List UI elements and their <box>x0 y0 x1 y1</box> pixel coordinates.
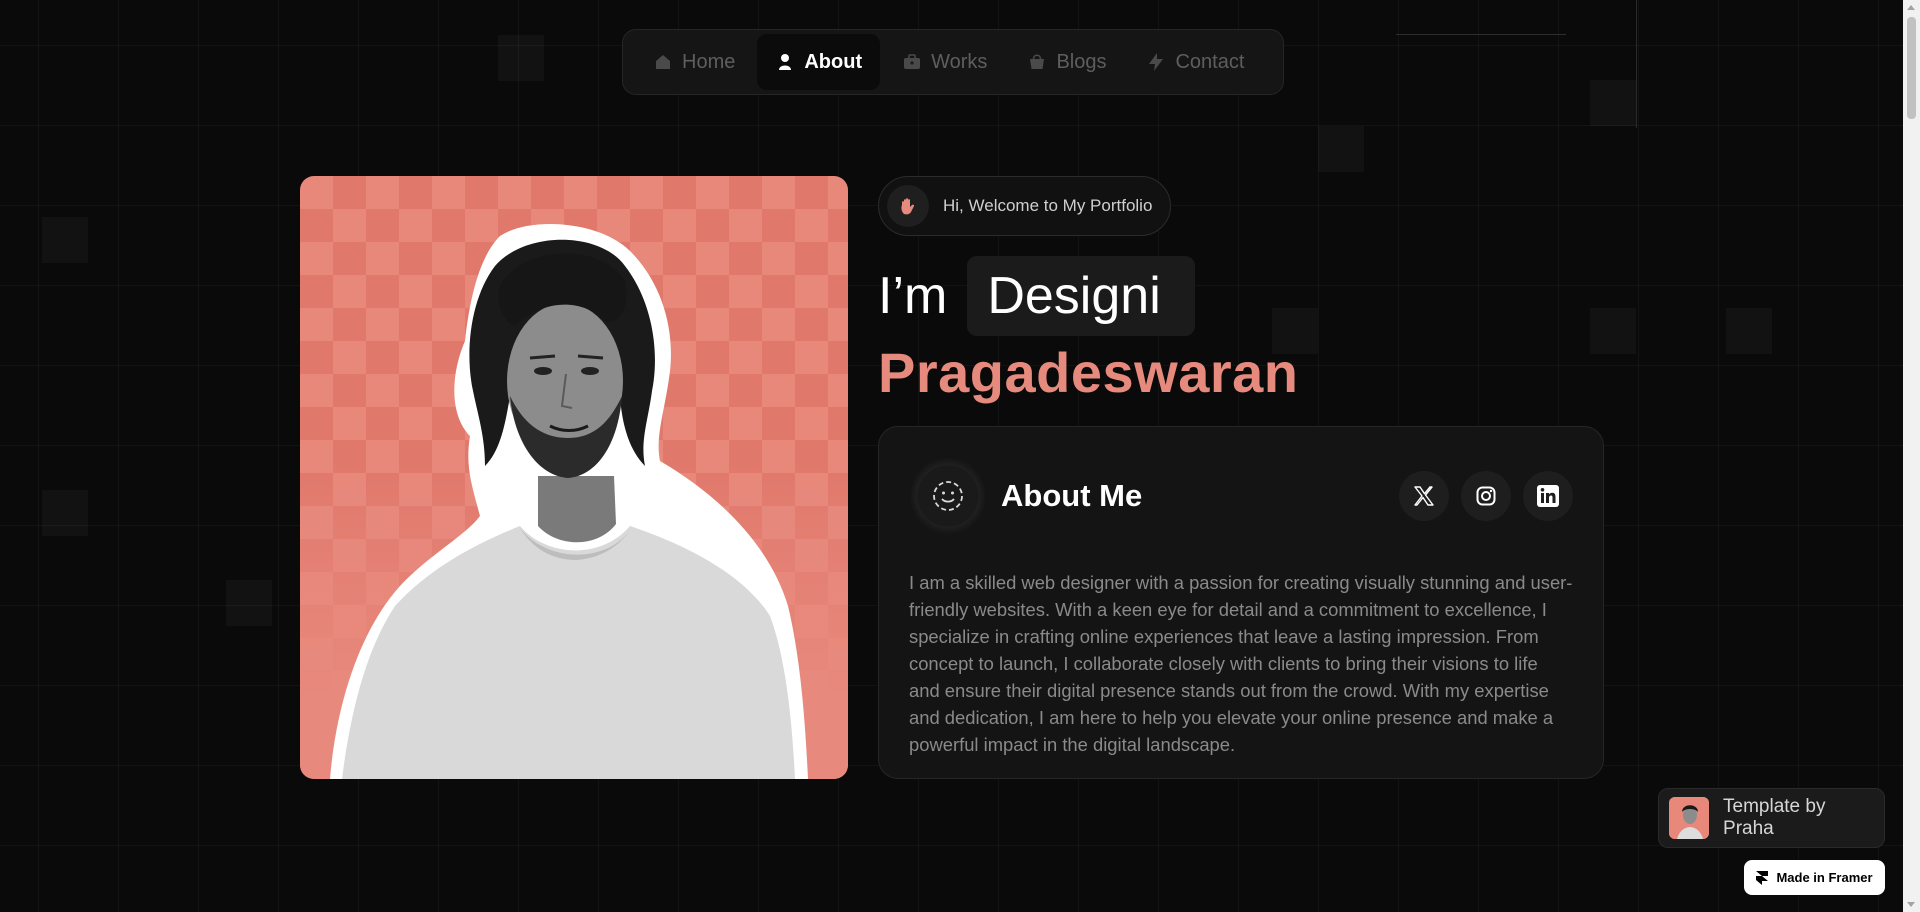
instagram-icon[interactable] <box>1461 471 1511 521</box>
grid-cell <box>226 580 272 626</box>
nav-label: Works <box>931 50 988 73</box>
template-by-badge[interactable]: Template by Praha <box>1658 788 1885 848</box>
nav-item-blogs[interactable]: Blogs <box>1009 34 1124 90</box>
grid-cell <box>1590 80 1636 126</box>
typed-role: Designi <box>967 256 1195 336</box>
about-header: About Me <box>909 457 1573 535</box>
owner-name: Pragadeswaran <box>878 341 1299 404</box>
bolt-icon <box>1146 52 1166 72</box>
about-body: I am a skilled web designer with a passi… <box>909 572 1573 755</box>
scroll-thumb[interactable] <box>1907 17 1916 119</box>
template-credit: Template by Praha <box>1723 796 1826 839</box>
briefcase-icon <box>902 52 922 72</box>
grid-cell <box>42 490 88 536</box>
scroll-down-arrow-icon[interactable] <box>1907 902 1915 907</box>
nav-label: About <box>804 50 863 73</box>
x-icon[interactable] <box>1399 471 1449 521</box>
made-in-framer-badge[interactable]: Made in Framer <box>1744 860 1885 895</box>
page-scrollbar[interactable] <box>1903 0 1920 912</box>
linkedin-icon[interactable] <box>1523 471 1573 521</box>
grid-cell <box>1318 126 1364 172</box>
grid-cell <box>498 35 544 81</box>
headline: I’m Designi <box>878 256 1195 336</box>
bag-icon <box>1027 52 1047 72</box>
main-nav: Home About Works Blogs Contact <box>622 29 1284 95</box>
grid-cell <box>1726 308 1772 354</box>
social-links <box>1399 471 1573 521</box>
welcome-pill: Hi, Welcome to My Portfolio <box>878 176 1172 236</box>
waving-hand-icon <box>887 185 929 227</box>
grid-cell <box>1590 308 1636 354</box>
nav-label: Contact <box>1175 50 1245 73</box>
about-title: About Me <box>1001 478 1143 513</box>
nav-item-works[interactable]: Works <box>884 34 1005 90</box>
framer-label: Made in Framer <box>1776 870 1873 885</box>
nav-item-home[interactable]: Home <box>635 34 753 90</box>
scroll-up-arrow-icon[interactable] <box>1907 5 1915 10</box>
divider-line <box>1396 34 1566 35</box>
welcome-text: Hi, Welcome to My Portfolio <box>943 196 1153 215</box>
home-icon <box>653 52 673 72</box>
about-card: About Me I am a skilled web designer wit… <box>878 426 1604 779</box>
nav-item-contact[interactable]: Contact <box>1128 34 1262 90</box>
divider-line <box>1636 0 1637 128</box>
framer-logo-icon <box>1756 870 1769 885</box>
user-icon <box>775 52 795 72</box>
headline-prefix: I’m <box>878 267 948 325</box>
profile-photo <box>300 176 848 779</box>
grid-cell <box>42 217 88 263</box>
smiley-face-icon <box>909 457 987 535</box>
nav-item-about[interactable]: About <box>757 34 881 90</box>
nav-label: Blogs <box>1056 50 1107 73</box>
portrait-image <box>330 224 808 779</box>
author-avatar <box>1669 797 1710 839</box>
nav-label: Home <box>682 50 736 73</box>
